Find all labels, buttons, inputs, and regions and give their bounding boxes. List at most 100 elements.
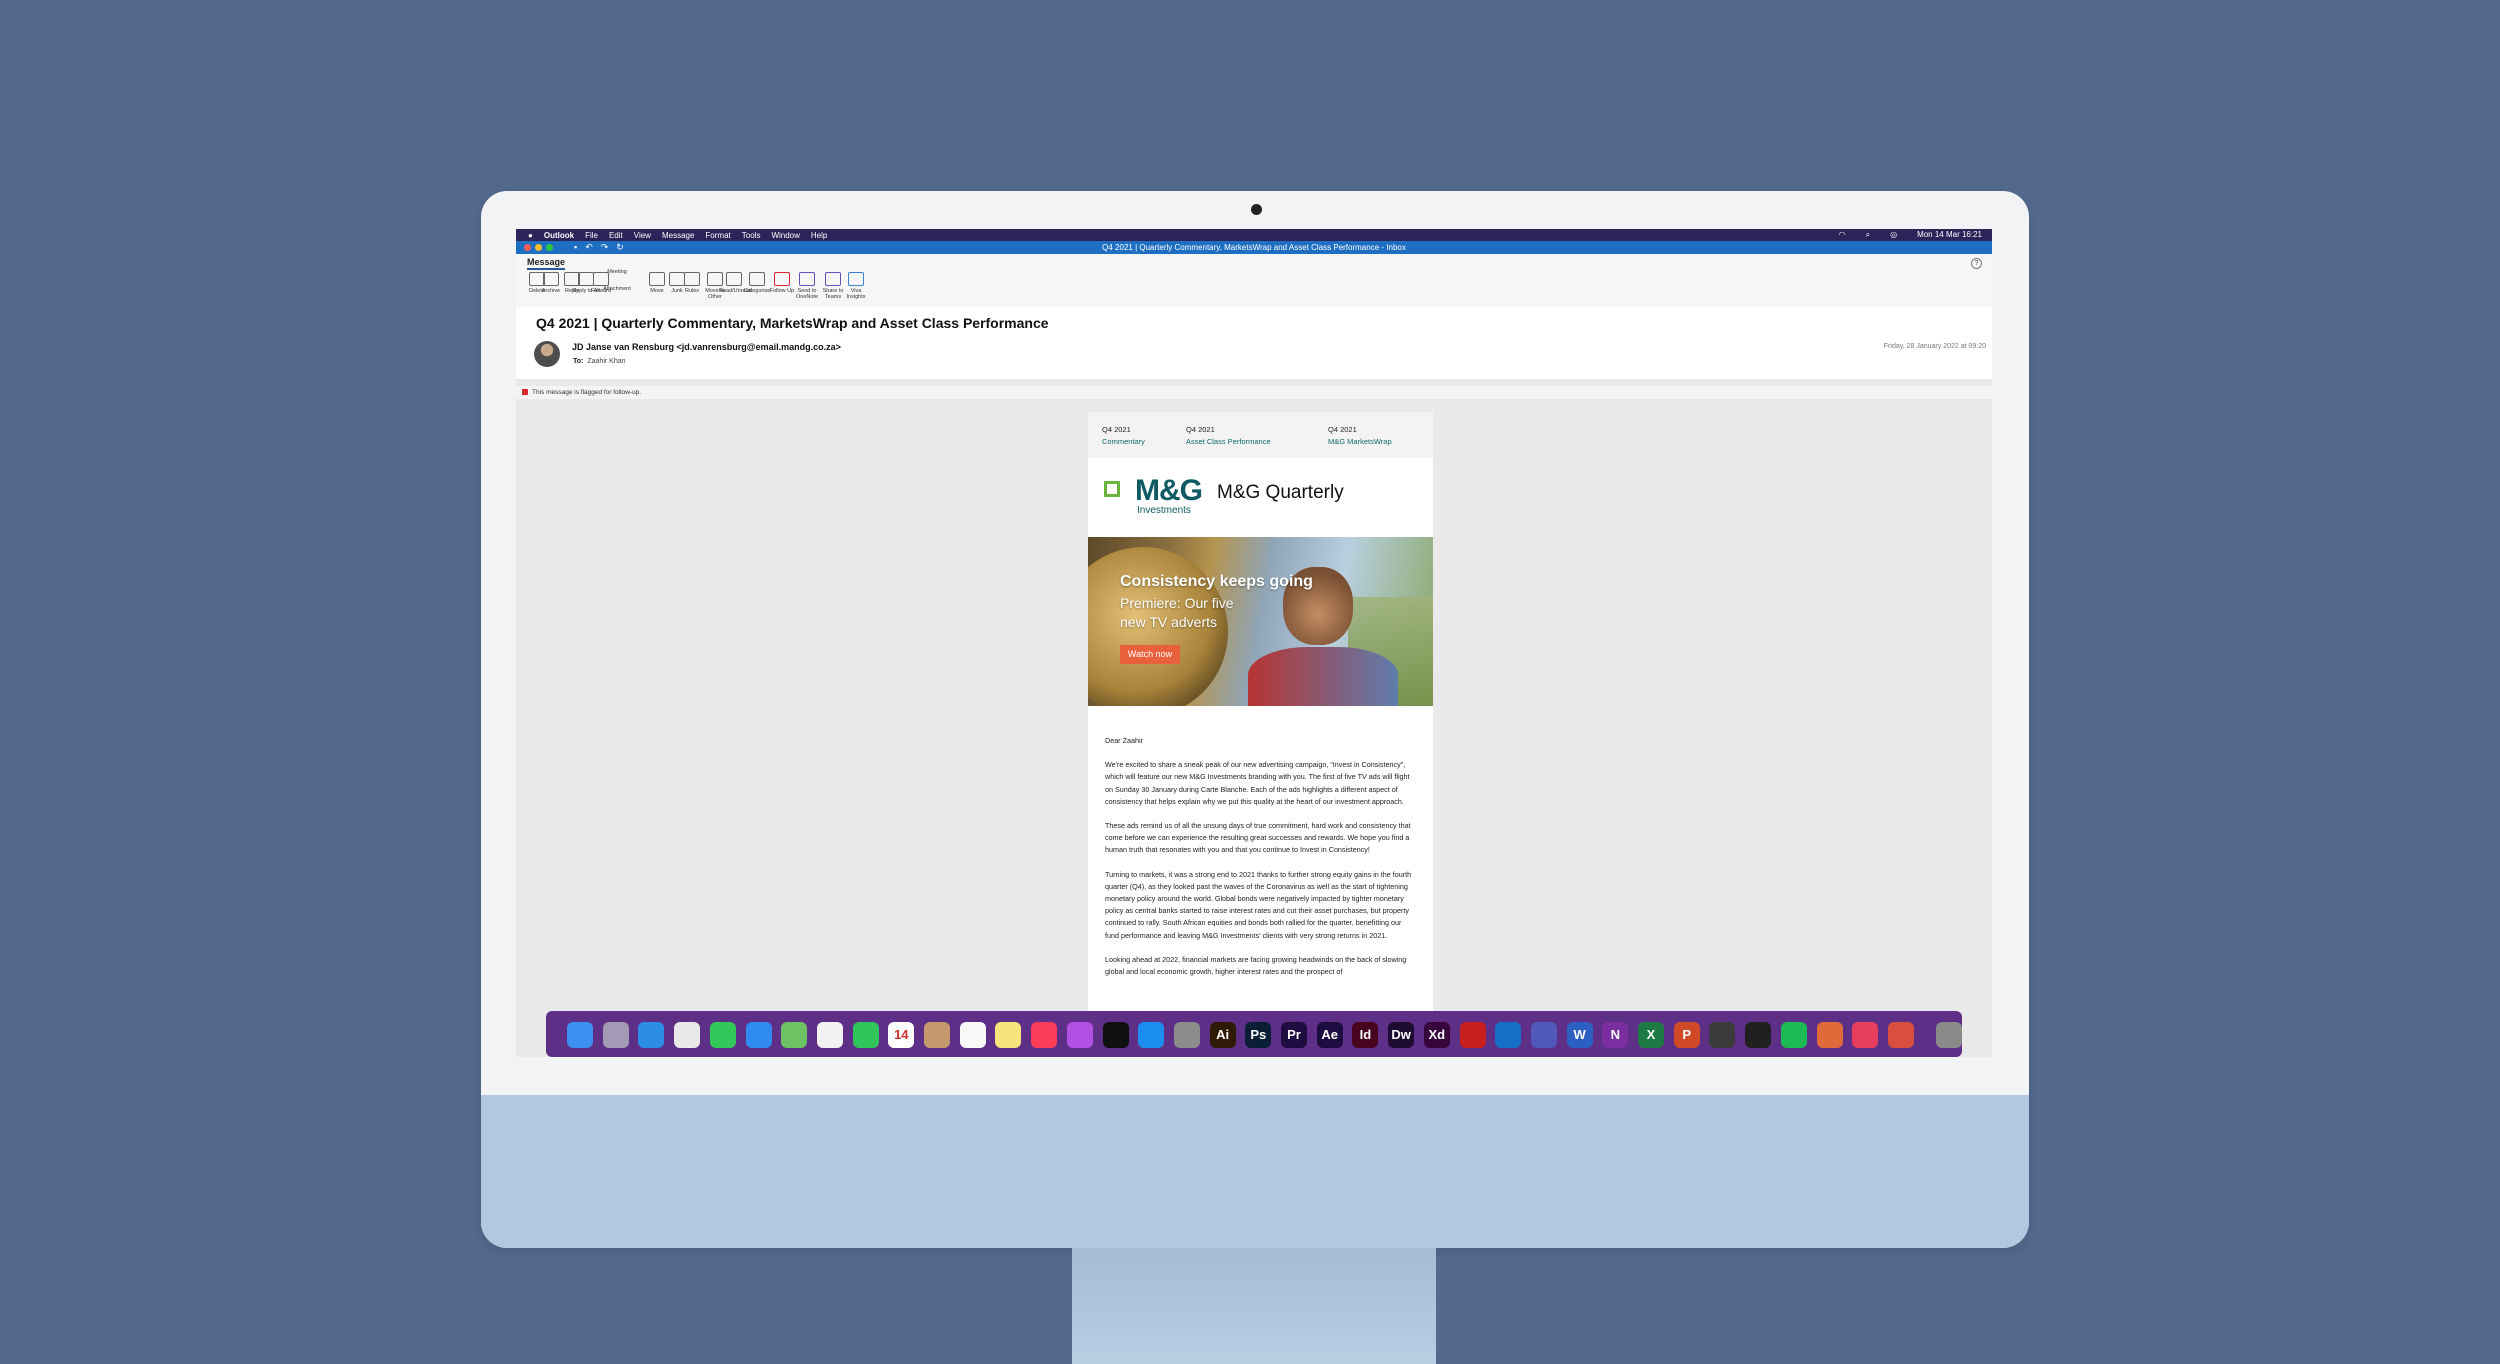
paragraph: We're excited to share a sneak peak of o… bbox=[1105, 760, 1410, 806]
menu-view[interactable]: View bbox=[634, 231, 651, 240]
paragraph: Looking ahead at 2022, financial markets… bbox=[1105, 954, 1407, 977]
word-icon[interactable]: W bbox=[1566, 1022, 1593, 1048]
attachment-button[interactable]: Attachment bbox=[602, 286, 632, 292]
cocktail-icon[interactable] bbox=[1816, 1022, 1843, 1048]
ribbon-button-label: Send to OneNote bbox=[795, 288, 818, 300]
nav-commentary[interactable]: Q4 2021 Commentary bbox=[1102, 424, 1145, 448]
follow-up-notice: This message is flagged for follow-up. bbox=[532, 389, 642, 396]
follow-up-bar: This message is flagged for follow-up. bbox=[516, 386, 1992, 399]
logo-square-icon bbox=[1104, 481, 1120, 497]
message-sender[interactable]: JD Janse van Rensburg <jd.vanrensburg@em… bbox=[572, 342, 841, 352]
notes-icon[interactable] bbox=[995, 1022, 1022, 1048]
message-recipients: To: Zaahir Khan bbox=[573, 358, 626, 365]
nav-marketswrap[interactable]: Q4 2021 M&G MarketsWrap bbox=[1328, 424, 1392, 448]
to-label: To: bbox=[573, 358, 584, 365]
launchpad-icon[interactable] bbox=[602, 1022, 629, 1048]
paragraph: These ads remind us of all the unsung da… bbox=[1105, 821, 1411, 855]
powerpoint-icon[interactable]: P bbox=[1673, 1022, 1700, 1048]
viva-icon bbox=[848, 272, 864, 286]
xd-icon[interactable]: Xd bbox=[1423, 1022, 1450, 1048]
boy-shirt bbox=[1248, 647, 1398, 706]
calendar-icon[interactable]: 14 bbox=[888, 1022, 915, 1048]
teams-icon bbox=[825, 272, 841, 286]
imac-chin bbox=[481, 1095, 2029, 1248]
trash-icon[interactable] bbox=[1935, 1022, 1962, 1048]
onenote-icon[interactable]: N bbox=[1602, 1022, 1629, 1048]
control-center-icon[interactable]: ◎ bbox=[1890, 230, 1897, 240]
menubar-clock[interactable]: Mon 14 Mar 16:21 bbox=[1917, 230, 1982, 240]
wifi-icon[interactable]: ◠ bbox=[1839, 230, 1846, 240]
hero-banner[interactable]: Consistency keeps going Premiere: Our fi… bbox=[1088, 537, 1433, 706]
camera bbox=[1251, 204, 1262, 215]
finder-icon[interactable] bbox=[567, 1022, 593, 1048]
email-text: Dear Zaahir We're excited to share a sne… bbox=[1105, 735, 1415, 990]
illustrator-icon[interactable]: Ai bbox=[1209, 1022, 1236, 1048]
viva-button[interactable]: Viva Insights bbox=[841, 272, 871, 300]
safari-icon[interactable] bbox=[638, 1022, 665, 1048]
photoshop-icon[interactable]: Ps bbox=[1245, 1022, 1272, 1048]
menu-file[interactable]: File bbox=[585, 231, 598, 240]
menu-tools[interactable]: Tools bbox=[742, 231, 761, 240]
chrome-icon[interactable] bbox=[674, 1022, 701, 1048]
logo-text: M&G bbox=[1135, 474, 1203, 507]
paragraph: Turning to markets, it was a strong end … bbox=[1105, 869, 1412, 940]
system-preferences-icon[interactable] bbox=[1173, 1022, 1200, 1048]
ribbon-button-label: Follow Up bbox=[769, 288, 795, 294]
read-unread-icon bbox=[726, 272, 742, 286]
creative-cloud-icon[interactable] bbox=[1852, 1022, 1879, 1048]
rules-icon bbox=[684, 272, 700, 286]
resolve-icon[interactable] bbox=[1745, 1022, 1772, 1048]
menu-message[interactable]: Message bbox=[662, 231, 694, 240]
categorise-icon bbox=[749, 272, 765, 286]
onenote-icon bbox=[799, 272, 815, 286]
flag-icon bbox=[522, 389, 528, 395]
nav-asset-class[interactable]: Q4 2021 Asset Class Performance bbox=[1186, 424, 1271, 448]
search-icon[interactable]: ⌕ bbox=[1866, 230, 1870, 240]
dreamweaver-icon[interactable]: Dw bbox=[1388, 1022, 1415, 1048]
mail-icon[interactable] bbox=[745, 1022, 772, 1048]
reminders-icon[interactable] bbox=[959, 1022, 986, 1048]
music-icon[interactable] bbox=[1031, 1022, 1058, 1048]
maps-icon[interactable] bbox=[781, 1022, 808, 1048]
recipient[interactable]: Zaahir Khan bbox=[587, 358, 625, 365]
indesign-icon[interactable]: Id bbox=[1352, 1022, 1379, 1048]
ribbon-button-label: Viva Insights bbox=[846, 288, 866, 300]
screen: ● Outlook File Edit View Message Format … bbox=[516, 229, 1992, 1057]
compass-icon[interactable] bbox=[1887, 1022, 1914, 1048]
help-icon[interactable]: ? bbox=[1971, 258, 1982, 269]
outlook-icon[interactable] bbox=[1495, 1022, 1522, 1048]
menu-window[interactable]: Window bbox=[771, 231, 799, 240]
email-body: Q4 2021 Commentary Q4 2021 Asset Class Per… bbox=[1088, 412, 1433, 1057]
menu-help[interactable]: Help bbox=[811, 231, 827, 240]
facetime-icon[interactable] bbox=[852, 1022, 879, 1048]
teams-icon[interactable] bbox=[1530, 1022, 1557, 1048]
ribbon-button-label: Rules bbox=[684, 288, 700, 294]
message-header: Q4 2021 | Quarterly Commentary, MarketsW… bbox=[516, 307, 1992, 379]
tv-icon[interactable] bbox=[1102, 1022, 1129, 1048]
sublime-icon[interactable] bbox=[1709, 1022, 1736, 1048]
menu-app[interactable]: Outlook bbox=[544, 231, 574, 240]
email-nav: Q4 2021 Commentary Q4 2021 Asset Class Per… bbox=[1088, 412, 1433, 458]
after-effects-icon[interactable]: Ae bbox=[1316, 1022, 1343, 1048]
acrobat-icon[interactable] bbox=[1459, 1022, 1486, 1048]
watch-now-button[interactable]: Watch now bbox=[1120, 645, 1180, 664]
excel-icon[interactable]: X bbox=[1638, 1022, 1664, 1048]
newsletter-title: M&G Quarterly bbox=[1217, 482, 1344, 503]
menu-format[interactable]: Format bbox=[705, 231, 730, 240]
avatar bbox=[534, 341, 560, 367]
greeting: Dear Zaahir bbox=[1105, 736, 1143, 745]
message-date: Friday, 28 January 2022 at 09:20 bbox=[1883, 343, 1986, 350]
photos-icon[interactable] bbox=[816, 1022, 843, 1048]
contacts-icon[interactable] bbox=[924, 1022, 950, 1048]
flag-icon bbox=[774, 272, 790, 286]
tab-message[interactable]: Message bbox=[527, 257, 566, 270]
premiere-icon[interactable]: Pr bbox=[1281, 1022, 1307, 1048]
messages-icon[interactable] bbox=[709, 1022, 736, 1048]
podcasts-icon[interactable] bbox=[1066, 1022, 1093, 1048]
app-store-icon[interactable] bbox=[1138, 1022, 1165, 1048]
meeting-button[interactable]: Meeting bbox=[602, 269, 632, 275]
apple-icon[interactable]: ● bbox=[528, 231, 533, 240]
spotify-icon[interactable] bbox=[1780, 1022, 1807, 1048]
ribbon-button-label: Meeting bbox=[607, 269, 627, 275]
menu-edit[interactable]: Edit bbox=[609, 231, 623, 240]
